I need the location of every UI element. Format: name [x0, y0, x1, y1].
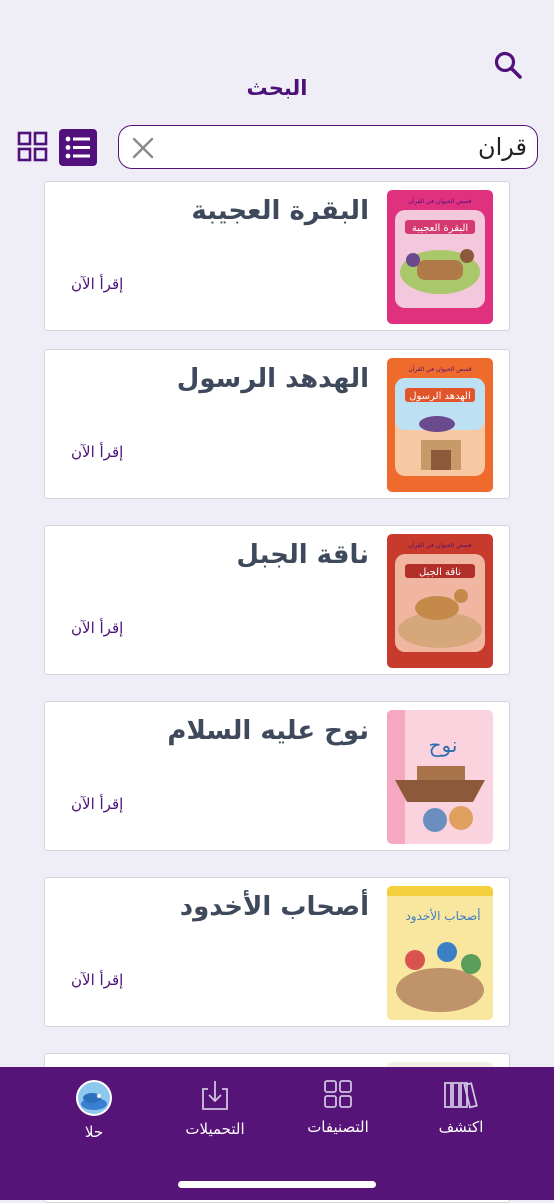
book-title: الهدهد الرسول — [176, 364, 369, 394]
nav-label: التحميلات — [185, 1120, 245, 1138]
book-cover[interactable]: الهدهد الرسول قصص الحيوان في القرآن — [387, 358, 493, 492]
read-now-link[interactable]: إقرأ الآن — [71, 971, 123, 989]
nav-label: اكتشف — [438, 1118, 484, 1136]
grid-view-icon[interactable] — [17, 130, 49, 164]
cover-title: الهدهد الرسول — [409, 391, 471, 402]
book-cover[interactable]: أصحاب الأخدود — [387, 886, 493, 1020]
bottom-nav: اكتشف التصنيفات التحميلات حلا — [0, 1067, 554, 1200]
book-title: ناقة الجبل — [236, 540, 369, 570]
cover-series: قصص الحيوان في القرآن — [408, 196, 471, 205]
cover-series: قصص الحيوان في القرآن — [408, 364, 471, 373]
nav-label: حلا — [84, 1123, 104, 1141]
book-cover[interactable]: ناقة الجبل قصص الحيوان في القرآن — [387, 534, 493, 668]
nav-downloads[interactable]: التحميلات — [160, 1079, 270, 1159]
read-now-link[interactable]: إقرأ الآن — [71, 275, 123, 293]
book-card[interactable]: البقرة العجيبة قصص الحيوان في القرآن الب… — [44, 181, 510, 331]
cover-title: أصحاب الأخدود — [405, 908, 480, 924]
page-title: البحث — [246, 76, 308, 100]
search-header: البحث — [0, 0, 554, 180]
grid-icon — [324, 1080, 352, 1108]
nav-profile[interactable]: حلا — [39, 1079, 149, 1159]
list-view-icon[interactable] — [59, 129, 97, 166]
book-title: أصحاب الأخدود — [179, 892, 369, 922]
avatar-icon — [76, 1080, 112, 1116]
nav-categories[interactable]: التصنيفات — [283, 1079, 393, 1159]
read-now-link[interactable]: إقرأ الآن — [71, 443, 123, 461]
book-card[interactable]: نوح نوح عليه السلام إقرأ الآن — [44, 701, 510, 851]
search-input[interactable] — [197, 132, 527, 162]
book-card[interactable]: أصحاب الأخدود أصحاب الأخدود إقرأ الآن — [44, 877, 510, 1027]
books-icon — [444, 1082, 478, 1109]
book-cover[interactable]: نوح — [387, 710, 493, 844]
close-icon[interactable] — [131, 136, 155, 160]
book-cover[interactable]: البقرة العجيبة قصص الحيوان في القرآن — [387, 190, 493, 324]
search-box — [118, 125, 538, 169]
download-icon — [202, 1081, 228, 1110]
cover-title: نوح — [429, 733, 458, 757]
cover-title: البقرة العجيبة — [412, 223, 468, 234]
home-indicator — [178, 1181, 376, 1188]
nav-discover[interactable]: اكتشف — [406, 1079, 516, 1159]
cover-series: قصص الحيوان في القرآن — [408, 540, 471, 549]
nav-label: التصنيفات — [307, 1118, 369, 1136]
cover-title: ناقة الجبل — [419, 567, 461, 578]
book-title: البقرة العجيبة — [191, 196, 369, 226]
read-now-link[interactable]: إقرأ الآن — [71, 795, 123, 813]
book-card[interactable]: ناقة الجبل قصص الحيوان في القرآن ناقة ال… — [44, 525, 510, 675]
book-card[interactable]: الهدهد الرسول قصص الحيوان في القرآن الهد… — [44, 349, 510, 499]
book-title: نوح عليه السلام — [167, 716, 369, 746]
read-now-link[interactable]: إقرأ الآن — [71, 619, 123, 637]
